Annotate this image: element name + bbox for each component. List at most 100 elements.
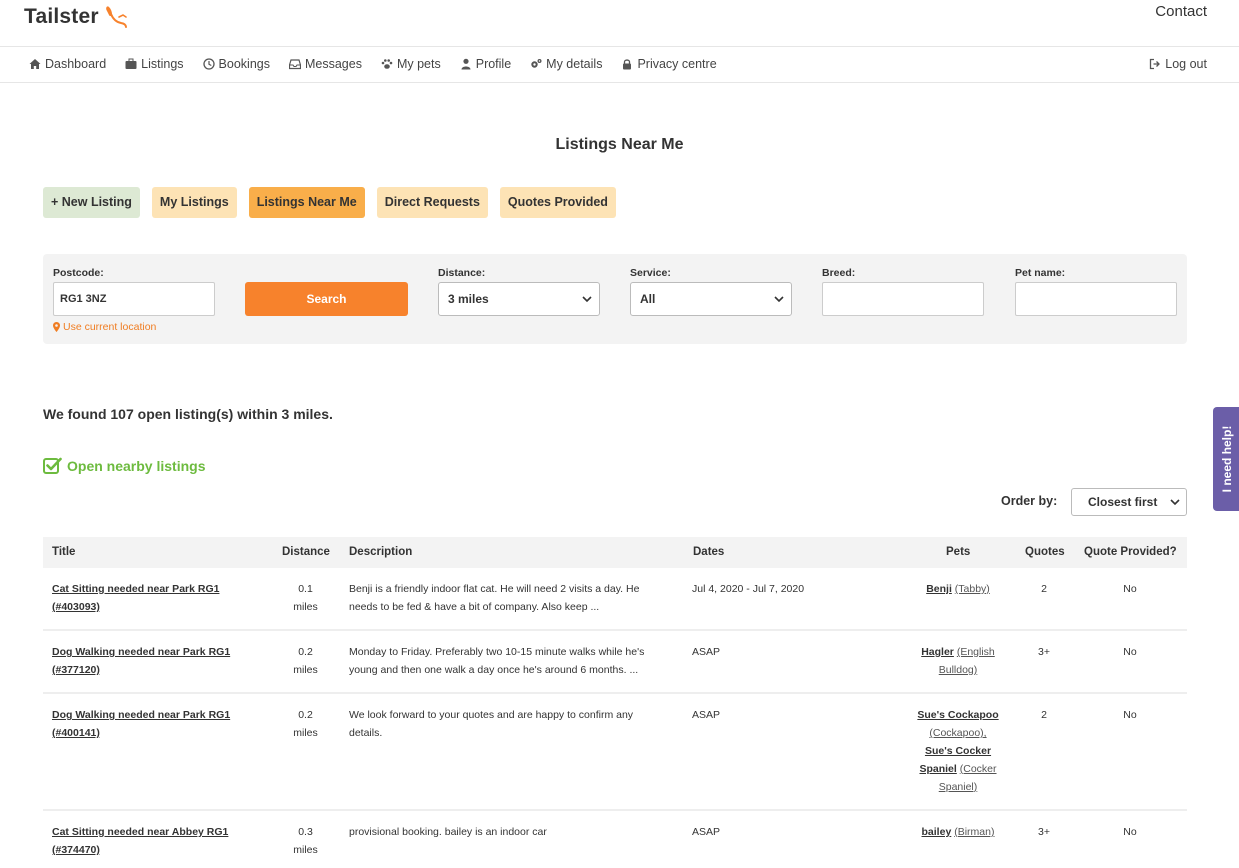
listing-id[interactable]: (#377120) — [52, 664, 100, 676]
chevron-down-icon — [582, 296, 592, 303]
distance-unit: miles — [293, 844, 318, 856]
paw-icon — [381, 59, 393, 69]
listing-pets: bailey (Birman) — [901, 823, 1015, 841]
order-by-select[interactable]: Closest first — [1071, 488, 1187, 516]
listing-quotes: 3+ — [1024, 823, 1064, 841]
user-icon — [461, 58, 471, 70]
listing-title[interactable]: Cat Sitting needed near Park RG1 — [52, 583, 219, 595]
listing-title-link[interactable]: Cat Sitting needed near Abbey RG1 (#37447… — [52, 823, 272, 859]
tab-listings-near-me[interactable]: Listings Near Me — [248, 187, 365, 218]
distance-select[interactable]: 3 miles — [438, 282, 600, 316]
listing-quotes: 2 — [1024, 706, 1064, 724]
logo[interactable]: Tailster — [24, 3, 130, 31]
tab-my-listings[interactable]: My Listings — [151, 187, 237, 218]
table-row: Cat Sitting needed near Park RG1 (#403093… — [43, 568, 1187, 631]
header-pets: Pets — [946, 546, 971, 558]
logout-link[interactable]: Log out — [1149, 57, 1207, 71]
pet-name-link[interactable]: Spaniel — [919, 763, 956, 775]
nav-label: Dashboard — [45, 57, 107, 71]
open-nearby-label: Open nearby listings — [67, 457, 206, 474]
dog-logo-icon — [105, 6, 127, 28]
contact-link[interactable]: Contact — [1155, 3, 1207, 20]
nav-my-pets[interactable]: My pets — [381, 57, 441, 71]
pet-breed-link[interactable]: Bulldog) — [939, 664, 978, 676]
pet-name-input[interactable] — [1015, 282, 1177, 316]
listing-id[interactable]: (#403093) — [52, 601, 100, 613]
results-count: We found 107 open listing(s) within 3 mi… — [43, 406, 333, 422]
pet-name-link[interactable]: Hagler — [921, 646, 954, 658]
nav-profile[interactable]: Profile — [460, 57, 511, 71]
listing-description: provisional booking. bailey is an indoor… — [349, 823, 689, 841]
listing-id[interactable]: (#400141) — [52, 727, 100, 739]
nav-label: Profile — [475, 57, 512, 71]
service-label: Service: — [630, 267, 671, 279]
search-button[interactable]: Search — [245, 282, 408, 316]
nav-messages[interactable]: Messages — [288, 57, 362, 71]
breed-label: Breed: — [822, 267, 856, 279]
postcode-input[interactable]: RG1 3NZ — [53, 282, 215, 316]
dates-value: ASAP — [692, 826, 721, 838]
listing-id[interactable]: (#374470) — [52, 844, 100, 856]
listing-quotes: 2 — [1024, 580, 1064, 598]
distance-value: 0.1 — [298, 583, 313, 595]
nav-my-details[interactable]: My details — [530, 57, 602, 71]
new-listing-button[interactable]: + New Listing — [43, 187, 140, 218]
listing-description: Monday to Friday. Preferably two 10-15 m… — [349, 643, 689, 679]
check-square-icon — [43, 457, 62, 474]
pet-breed-link[interactable]: Spaniel) — [939, 781, 978, 793]
pet-breed-link[interactable]: (Cockapoo), — [929, 727, 986, 739]
header-quote-provided: Quote Provided? — [1084, 546, 1177, 558]
tab-direct-requests[interactable]: Direct Requests — [376, 187, 488, 218]
breed-input[interactable] — [822, 282, 984, 316]
service-select[interactable]: All — [630, 282, 792, 316]
listing-dates: Jul 4, 2020 - Jul 7, 2020 — [692, 580, 892, 598]
map-marker-icon — [53, 322, 60, 332]
page-title: Listings Near Me — [555, 136, 684, 153]
distance-unit: miles — [293, 664, 318, 676]
pet-breed-link[interactable]: (Birman) — [954, 826, 994, 838]
nav-label: Listings — [141, 57, 184, 71]
listing-title[interactable]: Dog Walking needed near Park RG1 — [52, 646, 230, 658]
search-panel: Postcode: RG1 3NZ Use current location S… — [43, 254, 1187, 344]
quote-provided-value: No — [1123, 646, 1137, 658]
pet-breed-link[interactable]: (Cocker — [960, 763, 997, 775]
listing-title[interactable]: Cat Sitting needed near Abbey RG1 — [52, 826, 228, 838]
listing-description: We look forward to your quotes and are h… — [349, 706, 689, 742]
listing-quote-provided: No — [1080, 823, 1180, 841]
use-current-location-link[interactable]: Use current location — [53, 321, 156, 333]
dates-value: Jul 4, 2020 - Jul 7, 2020 — [692, 583, 805, 595]
listing-title-link[interactable]: Dog Walking needed near Park RG1 (#377120… — [52, 643, 272, 679]
quotes-count: 2 — [1041, 709, 1047, 721]
open-nearby-heading: Open nearby listings — [43, 457, 205, 474]
nav-listings[interactable]: Listings — [125, 57, 184, 71]
pet-name-link[interactable]: Sue's Cocker — [925, 745, 991, 757]
top-bar: Tailster Contact — [0, 0, 1239, 47]
listing-dates: ASAP — [692, 643, 892, 661]
pet-breed-link[interactable]: (English — [957, 646, 995, 658]
pet-name-link[interactable]: Benji — [926, 583, 952, 595]
pet-name-link[interactable]: Sue's Cockapoo — [917, 709, 998, 721]
listing-title-link[interactable]: Dog Walking needed near Park RG1 (#400141… — [52, 706, 272, 742]
quotes-count: 3+ — [1038, 646, 1050, 658]
nav-bookings[interactable]: Bookings — [202, 57, 270, 71]
nav-dashboard[interactable]: Dashboard — [29, 57, 106, 71]
description-line: Benji is a friendly indoor flat cat. He … — [349, 583, 640, 595]
listing-distance: 0.3 miles — [283, 823, 328, 859]
help-tab[interactable]: I need help! — [1213, 407, 1239, 511]
quote-provided-value: No — [1123, 583, 1137, 595]
briefcase-icon — [125, 58, 137, 69]
pet-breed-link[interactable]: (Tabby) — [955, 583, 990, 595]
listing-quote-provided: No — [1080, 580, 1180, 598]
listing-title[interactable]: Dog Walking needed near Park RG1 — [52, 709, 230, 721]
nav-label: Bookings — [218, 57, 270, 71]
tab-quotes-provided[interactable]: Quotes Provided — [499, 187, 616, 218]
distance-unit: miles — [293, 601, 318, 613]
pet-name-link[interactable]: bailey — [922, 826, 952, 838]
service-value: All — [640, 292, 656, 306]
nav-privacy-centre[interactable]: Privacy centre — [621, 57, 717, 71]
description-line: provisional booking. bailey is an indoor… — [349, 826, 547, 838]
postcode-label: Postcode: — [53, 267, 104, 279]
dates-value: ASAP — [692, 646, 721, 658]
listing-title-link[interactable]: Cat Sitting needed near Park RG1 (#403093… — [52, 580, 272, 616]
distance-value: 0.2 — [298, 646, 313, 658]
